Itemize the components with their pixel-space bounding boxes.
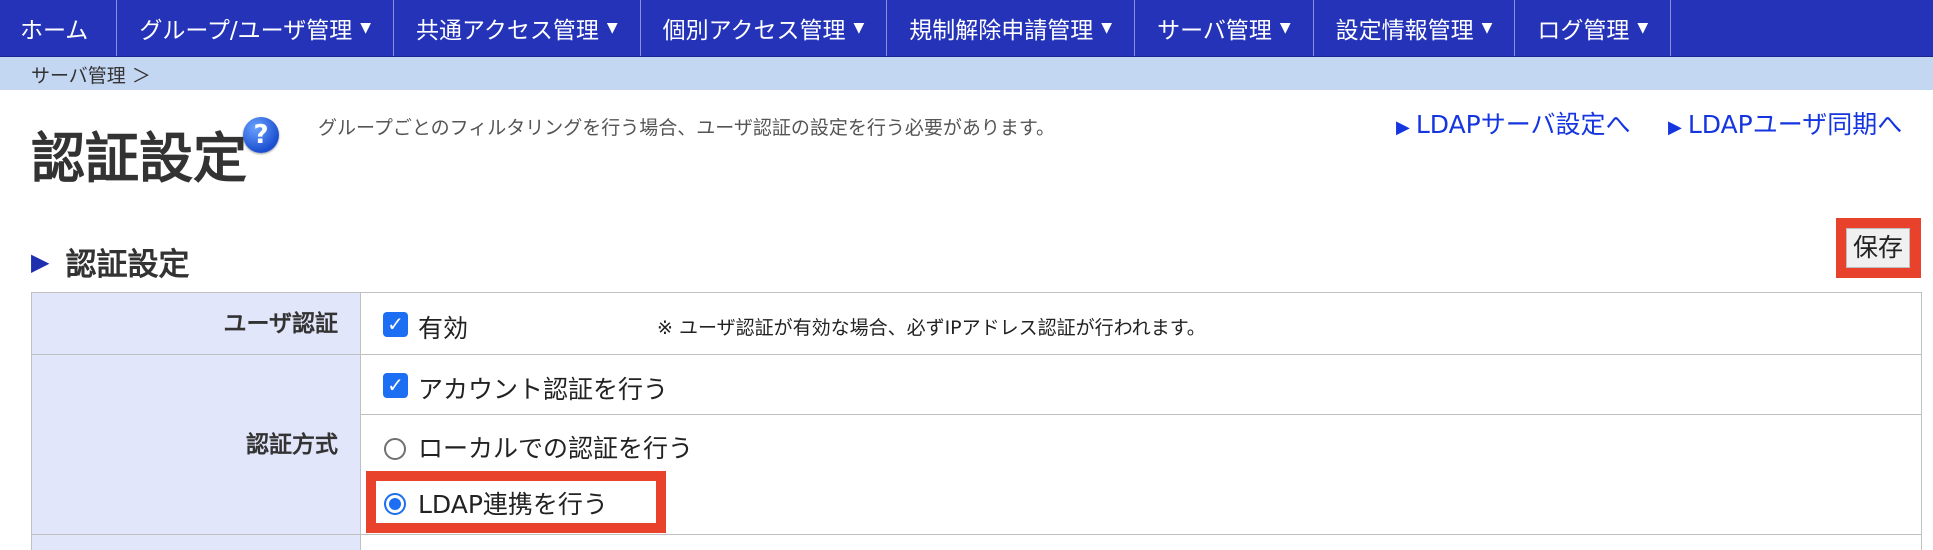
nav-item-label: ログ管理 <box>1537 18 1630 44</box>
link-label: LDAPユーザ同期へ <box>1687 110 1903 139</box>
auth-method-options-cell: ローカルでの認証を行う LDAP連携を行う <box>361 414 1922 534</box>
auth-method-label: 認証方式 <box>246 432 338 458</box>
chevron-down-icon: ▼ <box>1101 20 1113 36</box>
nav-item-group-user[interactable]: グループ/ユーザ管理 ▼ <box>117 0 395 56</box>
page-description: グループごとのフィルタリングを行う場合、ユーザ認証の設定を行う必要があります。 <box>318 117 1056 139</box>
next-row-cell <box>361 534 1922 550</box>
nav-item-label: 規制解除申請管理 <box>909 18 1094 44</box>
nav-item-label: 共通アクセス管理 <box>416 18 599 44</box>
help-icon[interactable]: ? <box>243 117 279 153</box>
section-title: 認証設定 <box>65 247 190 283</box>
nav-item-label: 個別アクセス管理 <box>662 18 846 44</box>
chevron-down-icon: ▼ <box>1279 20 1291 36</box>
chevron-down-icon: ▼ <box>606 20 618 36</box>
section-header: ▶ 認証設定 <box>31 239 189 284</box>
ldap-server-settings-link[interactable]: ▶ LDAPサーバ設定へ <box>1396 105 1631 141</box>
user-auth-checkbox[interactable]: ✓ <box>383 312 408 337</box>
chevron-down-icon: ▼ <box>360 20 372 36</box>
arrow-right-icon: ▶ <box>1396 117 1410 138</box>
arrow-right-icon: ▶ <box>1668 117 1682 138</box>
nav-item-label: サーバ管理 <box>1157 18 1272 44</box>
user-auth-checkbox-label: 有効 <box>418 314 469 343</box>
user-auth-note: ※ ユーザ認証が有効な場合、必ずIPアドレス認証が行われます。 <box>657 317 1206 339</box>
chevron-down-icon: ▼ <box>1637 20 1649 36</box>
nav-item-unblock-request[interactable]: 規制解除申請管理 ▼ <box>887 0 1136 56</box>
next-row-header <box>31 534 361 550</box>
nav-item-server[interactable]: サーバ管理 ▼ <box>1135 0 1314 56</box>
ldap-radio[interactable] <box>384 493 406 515</box>
nav-item-settings-info[interactable]: 設定情報管理 ▼ <box>1314 0 1516 56</box>
top-nav: ホーム グループ/ユーザ管理 ▼ 共通アクセス管理 ▼ 個別アクセス管理 ▼ 規… <box>0 0 1933 57</box>
nav-item-common-access[interactable]: 共通アクセス管理 ▼ <box>394 0 641 56</box>
account-auth-label: アカウント認証を行う <box>418 375 669 404</box>
nav-item-log[interactable]: ログ管理 ▼ <box>1515 0 1672 56</box>
arrow-right-icon: ▶ <box>31 247 50 276</box>
chevron-down-icon: ▼ <box>1481 20 1493 36</box>
settings-table: ユーザ認証 ✓ 有効 ※ ユーザ認証が有効な場合、必ずIPアドレス認証が行われま… <box>31 292 1922 550</box>
account-auth-checkbox[interactable]: ✓ <box>383 373 408 398</box>
local-auth-radio[interactable] <box>384 438 406 460</box>
nav-item-label: 設定情報管理 <box>1335 18 1474 44</box>
link-label: LDAPサーバ設定へ <box>1415 110 1631 139</box>
user-auth-label: ユーザ認証 <box>223 311 338 337</box>
ldap-auth-label: LDAP連携を行う <box>418 490 608 519</box>
user-auth-cell: ✓ 有効 ※ ユーザ認証が有効な場合、必ずIPアドレス認証が行われます。 <box>361 292 1922 354</box>
nav-item-individual-access[interactable]: 個別アクセス管理 ▼ <box>641 0 888 56</box>
auth-method-header: 認証方式 <box>31 354 361 534</box>
nav-item-home[interactable]: ホーム <box>0 0 118 56</box>
ldap-user-sync-link[interactable]: ▶ LDAPユーザ同期へ <box>1668 105 1902 141</box>
nav-item-label: ホーム <box>20 18 89 44</box>
account-auth-cell: ✓ アカウント認証を行う <box>361 354 1922 414</box>
breadcrumb[interactable]: サーバ管理 ＞ <box>31 61 151 88</box>
save-button[interactable]: 保存 <box>1846 228 1910 268</box>
nav-item-label: グループ/ユーザ管理 <box>139 18 353 44</box>
chevron-down-icon: ▼ <box>853 20 865 36</box>
local-auth-label: ローカルでの認証を行う <box>418 434 694 463</box>
user-auth-header: ユーザ認証 <box>31 292 361 354</box>
breadcrumb-bar: サーバ管理 ＞ <box>0 57 1933 90</box>
page-title: 認証設定 <box>31 127 247 190</box>
